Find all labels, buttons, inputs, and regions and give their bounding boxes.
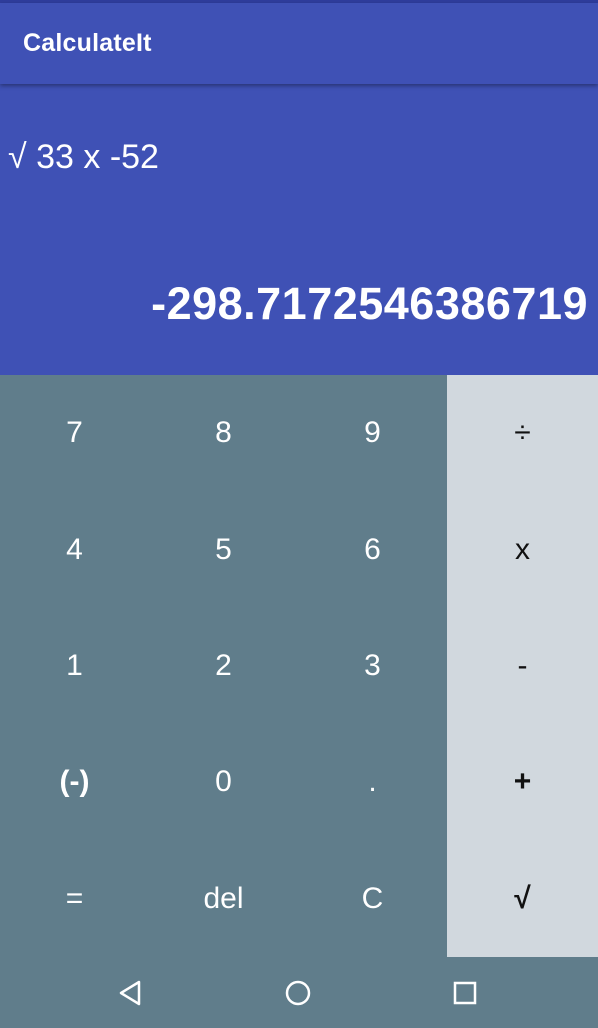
equals-button[interactable]: = [0, 841, 149, 957]
square-root-button[interactable]: √ [447, 841, 598, 957]
number-keypad: 7 8 9 4 5 6 1 2 3 (-) 0 . = del C [0, 375, 447, 957]
subtract-button[interactable]: - [447, 608, 598, 724]
key-2[interactable]: 2 [149, 608, 298, 724]
back-button[interactable] [110, 973, 150, 1013]
key-9[interactable]: 9 [298, 375, 447, 491]
app-bar: CalculateIt [0, 3, 598, 84]
key-4[interactable]: 4 [0, 491, 149, 607]
divide-button[interactable]: ÷ [447, 375, 598, 491]
decimal-point-button[interactable]: . [298, 724, 447, 840]
operator-panel: ÷ x - + √ [447, 375, 598, 957]
key-5[interactable]: 5 [149, 491, 298, 607]
add-button[interactable]: + [447, 724, 598, 840]
system-navigation-bar [0, 957, 598, 1028]
key-6[interactable]: 6 [298, 491, 447, 607]
recents-button[interactable] [445, 973, 485, 1013]
recents-square-icon [453, 981, 477, 1005]
expression-text: √ 33 x -52 [8, 138, 159, 176]
display-panel: √ 33 x -52 -298.7172546386719 [0, 84, 598, 375]
key-8[interactable]: 8 [149, 375, 298, 491]
app-title: CalculateIt [23, 29, 152, 57]
back-triangle-icon [119, 980, 141, 1006]
clear-button[interactable]: C [298, 841, 447, 957]
key-3[interactable]: 3 [298, 608, 447, 724]
delete-button[interactable]: del [149, 841, 298, 957]
key-1[interactable]: 1 [0, 608, 149, 724]
calculator-screen: CalculateIt √ 33 x -52 -298.717254638671… [0, 0, 598, 1028]
multiply-button[interactable]: x [447, 491, 598, 607]
result-text: -298.7172546386719 [151, 278, 588, 329]
home-circle-icon [285, 980, 311, 1006]
key-7[interactable]: 7 [0, 375, 149, 491]
key-0[interactable]: 0 [149, 724, 298, 840]
negate-button[interactable]: (-) [0, 724, 149, 840]
home-button[interactable] [278, 973, 318, 1013]
